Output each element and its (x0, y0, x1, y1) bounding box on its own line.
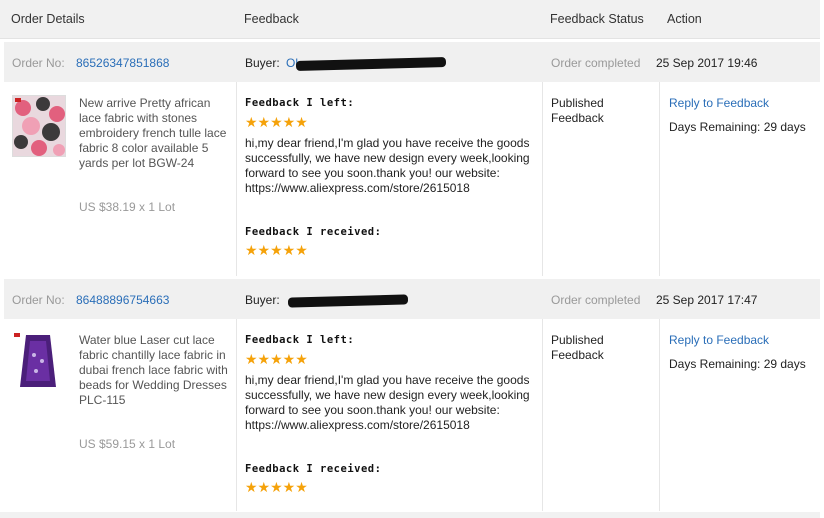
order-no-link[interactable]: 86488896754663 (76, 293, 169, 307)
buyer-label: Buyer: (245, 56, 280, 70)
feedback-left-stars: ★★★★★ (245, 351, 308, 367)
feedback-left-label: Feedback I left: (245, 334, 355, 346)
days-remaining: Days Remaining: 29 days (669, 120, 806, 134)
feedback-page: Order Details Feedback Feedback Status A… (0, 0, 824, 518)
order-row: New arrive Pretty african lace fabric wi… (4, 82, 820, 276)
buyer-label: Buyer: (245, 293, 280, 307)
feedback-received-label: Feedback I received: (245, 226, 382, 238)
col-action: Action (667, 12, 702, 26)
feedback-received-label: Feedback I received: (245, 463, 382, 475)
feedback-left-label: Feedback I left: (245, 97, 355, 109)
order-no-link[interactable]: 86526347851868 (76, 56, 169, 70)
table-header: Order Details Feedback Feedback Status A… (0, 0, 820, 39)
order-completed-date: 25 Sep 2017 19:46 (656, 56, 758, 70)
col-feedback-status: Feedback Status (550, 12, 644, 26)
order-completed-label: Order completed (551, 56, 641, 70)
col-order-details: Order Details (11, 12, 85, 26)
buyer-name-redacted[interactable] (286, 292, 416, 308)
feedback-text: hi,my dear friend,I'm glad you have rece… (245, 136, 530, 195)
order-row: Water blue Laser cut lace fabric chantil… (4, 319, 820, 511)
feedback-text: hi,my dear friend,I'm glad you have rece… (245, 373, 530, 432)
order-header: Order No: 86488896754663 Buyer: Order co… (4, 279, 820, 319)
order-no-label: Order No: (12, 56, 65, 70)
buyer-name-redacted[interactable]: Ol (286, 55, 447, 71)
reply-to-feedback-link[interactable]: Reply to Feedback (669, 96, 769, 110)
days-remaining: Days Remaining: 29 days (669, 357, 806, 371)
product-name-link[interactable]: Water blue Laser cut lace fabric chantil… (79, 333, 229, 408)
feedback-received-stars: ★★★★★ (245, 242, 308, 258)
reply-to-feedback-link[interactable]: Reply to Feedback (669, 333, 769, 347)
product-price: US $59.15 x 1 Lot (79, 437, 176, 451)
order-details-cell: New arrive Pretty african lace fabric wi… (4, 82, 237, 276)
product-thumbnail[interactable] (12, 95, 66, 157)
order-no-label: Order No: (12, 293, 65, 307)
order-details-cell: Water blue Laser cut lace fabric chantil… (4, 319, 237, 511)
bottom-divider (0, 512, 820, 518)
feedback-received-stars: ★★★★★ (245, 479, 308, 495)
product-thumbnail[interactable] (12, 331, 64, 391)
feedback-left-stars: ★★★★★ (245, 114, 308, 130)
order-header: Order No: 86526347851868 Buyer: Ol Order… (4, 42, 820, 82)
product-name-link[interactable]: New arrive Pretty african lace fabric wi… (79, 96, 229, 171)
product-price: US $38.19 x 1 Lot (79, 200, 176, 214)
col-feedback: Feedback (244, 12, 299, 26)
feedback-status: Published Feedback (551, 96, 604, 125)
feedback-status: Published Feedback (551, 333, 604, 362)
order-completed-date: 25 Sep 2017 17:47 (656, 293, 758, 307)
order-completed-label: Order completed (551, 293, 641, 307)
